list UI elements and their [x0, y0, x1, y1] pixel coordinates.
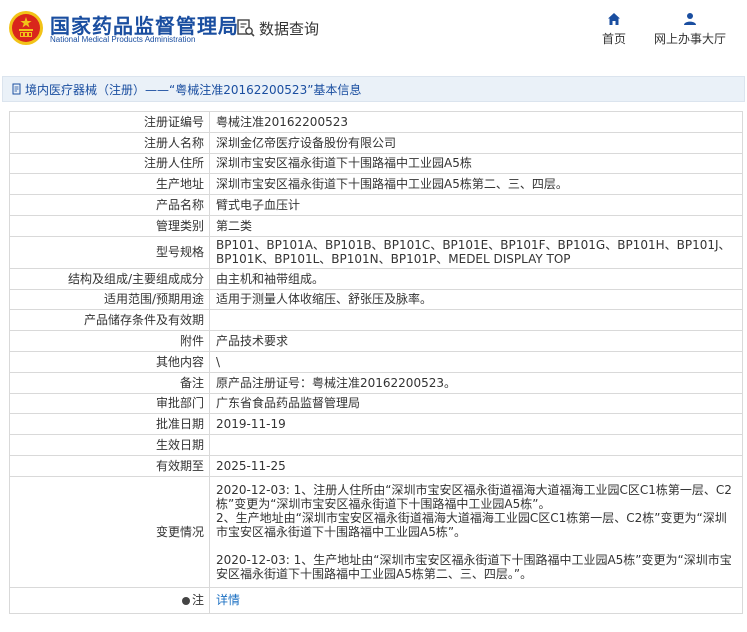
registration-detail-table: 注册证编号 粤械注准20162200523 注册人名称 深圳金亿帝医疗设备股份有… [9, 111, 743, 614]
row-value: 广东省食品药品监督管理局 [209, 392, 743, 415]
data-query-label: 数据查询 [259, 19, 320, 38]
row-value: 第二类 [209, 214, 743, 237]
table-row-changes: 变更情况 2020-12-03: 1、注册人住所由“深圳市宝安区福永街道福海大道… [9, 475, 743, 588]
row-label: 型号规格 [9, 235, 210, 269]
row-label: 备注 [9, 371, 210, 394]
nav-home-label: 首页 [601, 32, 626, 46]
breadcrumb: 境内医疗器械（注册）——“粤械注准20162200523”基本信息 [2, 76, 745, 102]
user-icon [684, 13, 696, 25]
home-icon [608, 13, 620, 25]
row-label: 适用范围/预期用途 [9, 288, 210, 311]
details-link[interactable]: 详情 [216, 593, 240, 607]
row-value: \ [209, 350, 743, 373]
row-value: 产品技术要求 [209, 330, 743, 352]
note-dot-icon [181, 596, 190, 605]
row-label: 注册人住所 [9, 152, 210, 175]
table-row: 产品储存条件及有效期 [9, 309, 743, 332]
table-row: 注册人名称 深圳金亿帝医疗设备股份有限公司 [9, 131, 743, 154]
table-row: 审批部门 广东省食品药品监督管理局 [9, 392, 743, 415]
nav-online-office[interactable]: 网上办事大厅 [650, 12, 730, 47]
row-value: 2019-11-19 [209, 413, 743, 436]
row-label: 审批部门 [9, 392, 210, 415]
table-row: 批准日期 2019-11-19 [9, 413, 743, 436]
table-row: 适用范围/预期用途 适用于测量人体收缩压、舒张压及脉率。 [9, 288, 743, 311]
national-emblem-icon [9, 11, 43, 45]
note-label: 注 [191, 593, 204, 608]
change-entry: 2020-12-03: 1、生产地址由“深圳市宝安区福永街道下十围路福中工业园A… [216, 552, 732, 581]
row-label: 产品储存条件及有效期 [9, 309, 210, 332]
change-entry: 2、生产地址由“深圳市宝安区福永街道福海大道福海工业园C区C1栋第一层、C2栋”… [216, 510, 727, 539]
row-value [209, 434, 743, 456]
table-row: 注册证编号 粤械注准20162200523 [9, 111, 743, 133]
row-label: 注册人名称 [9, 131, 210, 154]
table-row: 结构及组成/主要组成成分 由主机和袖带组成。 [9, 267, 743, 290]
row-label: 变更情况 [9, 475, 210, 588]
row-value: 深圳市宝安区福永街道下十围路福中工业园A5栋 [209, 152, 743, 175]
document-search-icon [237, 19, 255, 37]
row-value: 由主机和袖带组成。 [209, 267, 743, 290]
nav-online-office-label: 网上办事大厅 [653, 32, 726, 46]
row-label: 有效期至 [9, 454, 210, 477]
row-label: 批准日期 [9, 413, 210, 436]
row-label: 结构及组成/主要组成成分 [9, 267, 210, 290]
change-entry: 2020-12-03: 1、注册人住所由“深圳市宝安区福永街道福海大道福海工业园… [216, 482, 732, 511]
row-label: 其他内容 [9, 350, 210, 373]
table-row: 附件 产品技术要求 [9, 330, 743, 352]
document-icon [12, 83, 21, 95]
table-row: 有效期至 2025-11-25 [9, 454, 743, 477]
row-value: 详情 [209, 586, 743, 614]
row-value: 2025-11-25 [209, 454, 743, 477]
table-row: 备注 原产品注册证号：粤械注准20162200523。 [9, 371, 743, 394]
row-label: 注 [9, 586, 210, 614]
row-value: 适用于测量人体收缩压、舒张压及脉率。 [209, 288, 743, 311]
table-row: 生效日期 [9, 434, 743, 456]
site-header: 国家药品监督管理局 National Medical Products Admi… [0, 0, 747, 62]
table-row-note: 注 详情 [9, 586, 743, 614]
row-label: 管理类别 [9, 214, 210, 237]
table-row: 生产地址 深圳市宝安区福永街道下十围路福中工业园A5栋第二、三、四层。 [9, 173, 743, 196]
table-row: 产品名称 臂式电子血压计 [9, 194, 743, 216]
site-subtitle: National Medical Products Administration [50, 35, 196, 44]
row-label: 注册证编号 [9, 111, 210, 133]
row-value: 深圳金亿帝医疗设备股份有限公司 [209, 131, 743, 154]
row-label: 生效日期 [9, 434, 210, 456]
table-row: 其他内容 \ [9, 350, 743, 373]
row-value: 原产品注册证号：粤械注准20162200523。 [209, 371, 743, 394]
row-value: 臂式电子血压计 [209, 194, 743, 216]
row-value: 粤械注准20162200523 [209, 111, 743, 133]
change-history: 2020-12-03: 1、注册人住所由“深圳市宝安区福永街道福海大道福海工业园… [209, 475, 743, 588]
row-value: 深圳市宝安区福永街道下十围路福中工业园A5栋第二、三、四层。 [209, 173, 743, 196]
table-row: 注册人住所 深圳市宝安区福永街道下十围路福中工业园A5栋 [9, 152, 743, 175]
row-label: 生产地址 [9, 173, 210, 196]
breadcrumb-text: 境内医疗器械（注册）——“粤械注准20162200523”基本信息 [25, 82, 362, 97]
table-row: 管理类别 第二类 [9, 214, 743, 237]
row-value [209, 309, 743, 332]
row-label: 产品名称 [9, 194, 210, 216]
nav-home[interactable]: 首页 [598, 12, 630, 47]
data-query-link[interactable]: 数据查询 [236, 16, 319, 40]
table-row: 型号规格 BP101、BP101A、BP101B、BP101C、BP101E、B… [9, 235, 743, 269]
row-value: BP101、BP101A、BP101B、BP101C、BP101E、BP101F… [209, 235, 743, 269]
row-label: 附件 [9, 330, 210, 352]
